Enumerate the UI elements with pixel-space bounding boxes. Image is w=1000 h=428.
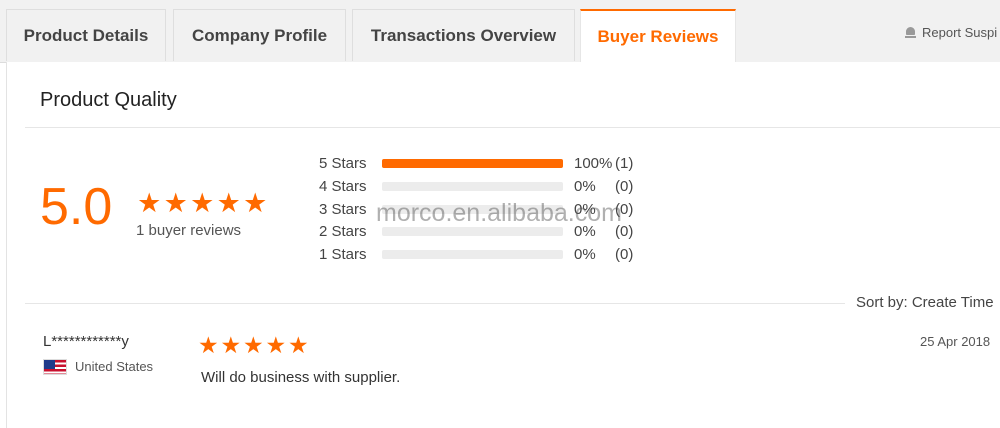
distribution-percent: 100% [574,155,613,172]
tab-product-details[interactable]: Product Details [6,9,166,61]
distribution-count: (1) [615,155,634,172]
star-icon: ★ [163,188,188,218]
review-date: 25 Apr 2018 [920,334,991,349]
reviewer-name: L************y [43,333,129,350]
sort-dropdown[interactable]: Sort by: Create Time [856,294,994,311]
star-icon: ★ [220,332,242,358]
distribution-count: (0) [615,246,634,263]
distribution-row: 3 Stars 0% (0) [319,200,649,220]
star-icon: ★ [137,188,162,218]
divider [25,303,845,304]
section-title: Product Quality [40,89,177,111]
star-icon: ★ [243,188,268,218]
distribution-row: 4 Stars 0% (0) [319,177,649,197]
distribution-bar-track [382,159,563,168]
distribution-percent: 0% [574,201,596,218]
distribution-row: 1 Stars 0% (0) [319,245,649,265]
distribution-label: 4 Stars [319,178,367,195]
star-icon: ★ [197,332,219,358]
distribution-count: (0) [615,178,634,195]
distribution-label: 5 Stars [319,155,367,172]
us-flag-icon [43,359,67,375]
distribution-row: 5 Stars 100% (1) [319,154,649,174]
star-icon: ★ [190,188,215,218]
buyer-review-count: 1 buyer reviews [136,222,242,239]
star-icon: ★ [242,332,264,358]
report-label: Report Suspi [922,25,998,40]
review-rating-stars: ★ ★ ★ ★ ★ [197,333,310,357]
distribution-bar-fill [382,159,563,168]
distribution-bar-track [382,227,563,236]
tab-company-profile[interactable]: Company Profile [173,9,346,61]
distribution-label: 3 Stars [319,201,367,218]
distribution-bar-track [382,205,563,214]
tab-buyer-reviews[interactable]: Buyer Reviews [580,9,736,63]
report-suspicious-link[interactable]: Report Suspi [905,25,997,40]
star-icon: ★ [216,188,241,218]
distribution-percent: 0% [574,178,596,195]
distribution-percent: 0% [574,223,596,240]
star-icon: ★ [287,332,309,358]
average-rating-stars: ★ ★ ★ ★ ★ [136,188,269,218]
distribution-percent: 0% [574,246,596,263]
star-icon: ★ [265,332,287,358]
distribution-count: (0) [615,201,634,218]
distribution-bar-track [382,182,563,191]
distribution-row: 2 Stars 0% (0) [319,222,649,242]
tab-transactions-overview[interactable]: Transactions Overview [352,9,575,61]
distribution-count: (0) [615,223,634,240]
average-score: 5.0 [40,178,113,236]
tab-bar: Product Details Company Profile Transact… [0,0,1000,63]
review-text: Will do business with supplier. [201,369,401,386]
reviewer-country: United States [75,359,154,374]
alarm-icon [905,27,916,38]
distribution-label: 1 Stars [319,246,367,263]
distribution-label: 2 Stars [319,223,367,240]
divider [25,127,1000,128]
distribution-bar-track [382,250,563,259]
